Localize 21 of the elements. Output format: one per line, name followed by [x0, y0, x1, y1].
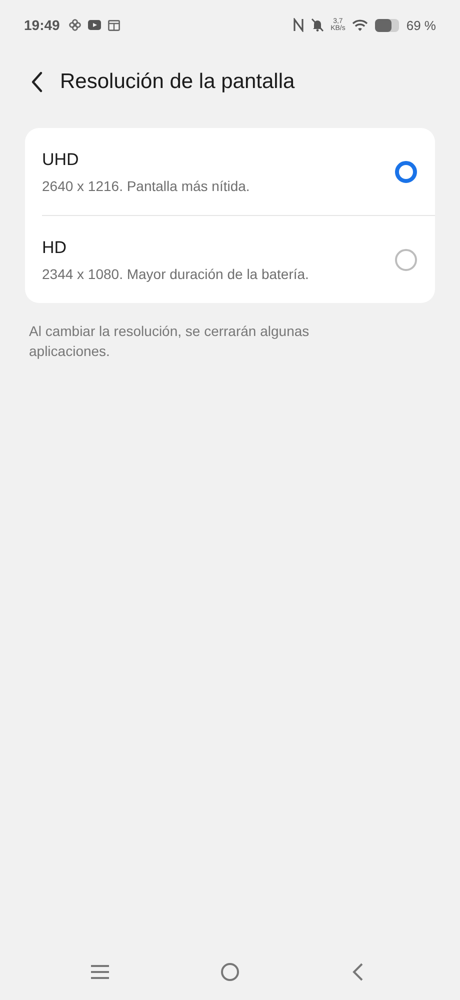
back-icon[interactable] — [350, 962, 365, 982]
back-button[interactable] — [30, 71, 44, 93]
radio-button[interactable] — [395, 160, 417, 182]
window-icon — [108, 20, 120, 30]
muted-bell-icon — [310, 18, 324, 32]
option-description: 2344 x 1080. Mayor duración de la batería. — [42, 266, 310, 282]
radio-button[interactable] — [395, 248, 417, 270]
note-text: Al cambiar la resolución, se cerrarán algunas aplicaciones. — [29, 322, 310, 361]
battery-icon — [375, 18, 400, 32]
option-title[interactable]: HD — [42, 238, 395, 258]
nfc-icon — [292, 18, 304, 32]
circle-icon[interactable] — [220, 962, 240, 982]
fan-icon — [68, 19, 81, 31]
wifi-icon — [352, 18, 368, 32]
option-description: 2640 x 1216. Pantalla más nítida. — [42, 178, 251, 194]
menu-icon[interactable] — [90, 964, 110, 980]
video-icon — [88, 20, 101, 30]
page-title: Resolución de la pantalla — [60, 70, 295, 94]
status-time: 19:49 — [24, 17, 60, 33]
battery-percent: 69 % — [406, 18, 436, 32]
option-title[interactable]: UHD — [42, 150, 395, 170]
